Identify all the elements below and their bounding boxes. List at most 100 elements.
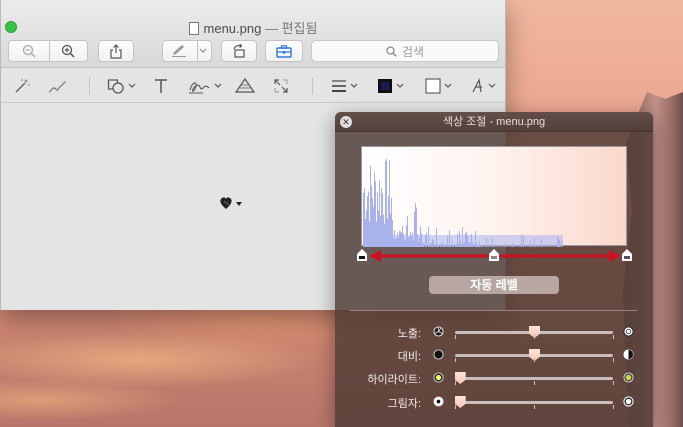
shadows-slider[interactable] [455,401,613,404]
document-icon [188,22,199,35]
aperture-bright-icon [623,326,634,337]
rotate-icon [233,44,245,58]
shadows-low-icon [433,396,444,407]
toolbox-icon [276,44,292,58]
high-contrast-icon [623,349,634,360]
exposure-label: 노출: [397,328,421,340]
adjust-color-tool[interactable] [235,76,255,96]
adjust-size-tool[interactable] [273,76,289,96]
highlights-low-icon [433,372,444,383]
zoom-in-icon [61,44,75,58]
text-icon [155,79,167,93]
shadows-thumb[interactable] [454,396,466,408]
contrast-label: 대비: [397,351,421,363]
instant-alpha-tool[interactable] [13,76,31,96]
slider-tick [613,335,614,339]
close-panel-button[interactable]: ✕ [340,116,352,128]
slider-tick [613,405,614,409]
signature-icon [189,82,210,94]
shapes-tool[interactable] [107,76,136,96]
slider-tick [534,358,535,362]
midtone-handle[interactable] [489,249,499,261]
panel-title: 색상 조절 - menu.png [442,116,546,128]
search-placeholder: 검색 [401,44,425,59]
shapes-icon [107,79,124,94]
histogram-bar [370,165,371,247]
zoom-out-button[interactable] [9,44,48,58]
text-style-tool[interactable] [471,76,496,96]
contrast-row: 대비: [335,345,653,365]
highlights-high-icon [623,372,634,383]
slider-tick [534,405,535,409]
histogram-bar [385,161,386,247]
slider-tick [455,381,456,385]
histogram-bar [386,159,387,247]
markup-toolbar [1,69,505,103]
window-filename: menu.png [203,21,262,36]
fill-color-icon [425,78,441,94]
markup-button[interactable] [163,45,196,57]
chevron-down-icon [396,83,404,88]
line-style-tool[interactable] [331,76,358,96]
highlights-label: 하이라이트: [367,374,421,386]
chevron-down-icon [214,83,222,88]
chevron-down-icon [488,83,496,88]
adjust-color-panel: ✕ 색상 조절 - menu.png 자동 레벨 노출: 대비: 하이라이트: [335,112,653,427]
histogram-bars [363,159,563,247]
search-field[interactable]: 검색 [311,40,499,62]
chevron-down-icon [350,83,358,88]
histogram-bar [389,160,390,247]
toolbox-button[interactable] [265,40,303,62]
slider-tick [455,405,456,409]
exposure-row: 노출: [335,322,653,342]
chevron-down-icon [128,83,136,88]
window-title: menu.png — 편집됨 [1,18,505,37]
magic-wand-icon [15,79,30,93]
fill-color-tool[interactable] [425,76,452,96]
zoom-segment [8,40,88,62]
share-icon [110,43,122,59]
image-content [219,196,243,213]
highlights-row: 하이라이트: [335,368,653,388]
shadows-high-icon [623,396,634,407]
border-color-tool[interactable] [377,76,404,96]
highlights-thumb[interactable] [454,372,466,384]
auto-levels-button[interactable]: 자동 레벨 [429,276,559,294]
shadows-row: 그림자: [335,392,653,412]
zoom-in-button[interactable] [48,44,87,58]
line-weight-icon [332,80,346,92]
slider-tick [534,381,535,385]
window-edited-status: — 편집됨 [264,21,318,36]
slider-tick [534,335,535,339]
shadows-label: 그림자: [387,398,421,410]
markup-segment [162,40,212,62]
panel-divider [349,310,637,311]
pencil-sketch-icon [48,81,66,93]
chevron-down-icon [199,48,207,53]
title-bar: menu.png — 편집됨 검색 [1,0,505,68]
slider-tick [455,335,456,339]
zoom-out-icon [22,44,36,58]
aperture-icon [433,326,444,337]
black-point-handle[interactable] [357,249,367,261]
slider-tick [613,358,614,362]
resize-icon [274,79,288,93]
signature-tool[interactable] [187,76,222,96]
close-icon: ✕ [342,117,350,127]
histogram [361,146,627,247]
search-icon [386,45,397,57]
share-button[interactable] [98,40,134,62]
font-icon [472,78,482,93]
panel-title-bar: ✕ 색상 조절 - menu.png [335,112,653,132]
slider-tick [455,358,456,362]
highlights-slider[interactable] [455,377,613,380]
low-contrast-icon [433,349,444,360]
white-point-handle[interactable] [622,249,632,261]
text-tool[interactable] [154,76,168,96]
heart-menu-icon [220,197,242,209]
slider-tick [613,381,614,385]
prism-icon [235,78,255,93]
sketch-tool[interactable] [47,76,67,96]
rotate-button[interactable] [221,40,257,62]
border-color-icon [378,79,392,93]
